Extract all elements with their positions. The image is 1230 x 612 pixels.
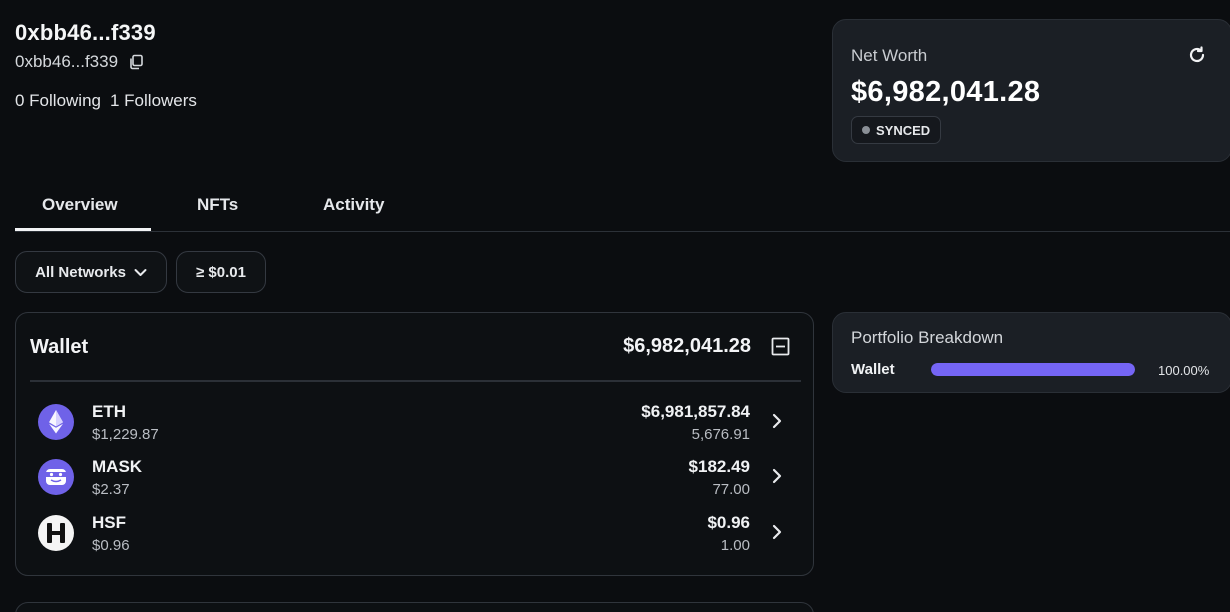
token-amount: 5,676.91 (691, 426, 750, 443)
min-value-filter-button[interactable]: ≥ $0.01 (176, 251, 266, 293)
chevron-right-icon (772, 413, 782, 429)
collapse-icon[interactable] (771, 337, 790, 356)
tab-activity[interactable]: Activity (323, 195, 384, 215)
token-price: $2.37 (92, 481, 130, 498)
chevron-right-icon (772, 468, 782, 484)
token-value: $6,981,857.84 (641, 402, 750, 421)
following-count[interactable]: 0 Following (15, 91, 101, 111)
sync-status-badge: SYNCED (851, 116, 942, 144)
mask-icon (38, 459, 74, 495)
token-symbol: HSF (92, 513, 126, 532)
wallet-address-title: 0xbb46...f339 (15, 20, 156, 45)
breakdown-percent: 100.00% (1158, 363, 1210, 378)
token-value: $0.96 (707, 513, 750, 532)
net-worth-card: Net Worth $6,982,041.28 SYNCED (832, 19, 1230, 162)
follow-stats: 0 Following 1 Followers (15, 91, 197, 111)
token-amount: 1.00 (720, 537, 750, 554)
chevron-down-icon (134, 268, 147, 276)
wallet-address-short: 0xbb46...f339 (15, 52, 119, 71)
breakdown-title: Portfolio Breakdown (851, 328, 1004, 347)
status-dot-icon (862, 126, 870, 134)
network-filter-dropdown[interactable]: All Networks (15, 251, 167, 293)
wallet-title: Wallet (30, 336, 89, 358)
breakdown-wallet-label: Wallet (851, 361, 895, 378)
net-worth-value: $6,982,041.28 (851, 76, 1041, 108)
token-row-mask[interactable]: MASK $2.37 $182.49 77.00 (16, 457, 813, 511)
copy-icon[interactable] (128, 54, 144, 70)
active-tab-indicator (15, 228, 151, 231)
wallet-divider (30, 380, 801, 382)
breakdown-progress-fill (931, 363, 1135, 376)
chevron-right-icon (772, 524, 782, 540)
token-row-hsf[interactable]: HSF $0.96 $0.96 1.00 (16, 513, 813, 567)
token-row-eth[interactable]: ETH $1,229.87 $6,981,857.84 5,676.91 (16, 402, 813, 456)
sync-status-text: SYNCED (876, 122, 931, 138)
token-symbol: MASK (92, 457, 143, 476)
profile-tabs: Overview NFTs Activity (15, 183, 1230, 232)
tab-overview[interactable]: Overview (42, 195, 118, 215)
refresh-icon[interactable] (1187, 45, 1207, 65)
eth-icon (38, 404, 74, 440)
wallet-total-value: $6,982,041.28 (623, 335, 751, 357)
hsf-icon (38, 515, 74, 551)
token-price: $1,229.87 (92, 426, 159, 443)
followers-count[interactable]: 1 Followers (110, 91, 197, 111)
token-value: $182.49 (688, 457, 750, 476)
min-value-filter-label: ≥ $0.01 (196, 263, 246, 281)
next-section-card (15, 602, 814, 612)
wallet-card: Wallet $6,982,041.28 ETH $1,229.87 $6,98… (15, 312, 814, 576)
portfolio-breakdown-card: Portfolio Breakdown Wallet 100.00% (832, 312, 1230, 393)
breakdown-progress-track (931, 363, 1135, 376)
wallet-address-row: 0xbb46...f339 (15, 52, 144, 72)
net-worth-label: Net Worth (851, 46, 928, 65)
token-price: $0.96 (92, 537, 130, 554)
tab-nfts[interactable]: NFTs (197, 195, 238, 215)
token-symbol: ETH (92, 402, 126, 421)
token-amount: 77.00 (712, 481, 750, 498)
network-filter-label: All Networks (35, 263, 126, 281)
